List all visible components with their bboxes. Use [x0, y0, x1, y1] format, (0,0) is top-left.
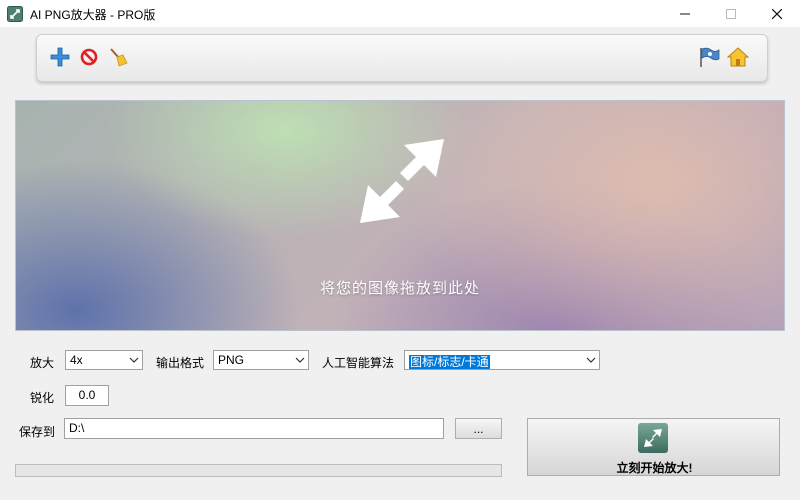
drop-hint-text: 将您的图像拖放到此处	[319, 280, 480, 297]
close-button[interactable]	[754, 0, 800, 27]
enlarge-arrow-icon	[360, 139, 444, 223]
browse-button[interactable]: ...	[455, 418, 502, 439]
clear-icon	[110, 48, 128, 67]
window-title: AI PNG放大器 - PRO版	[30, 8, 156, 22]
toolbar	[36, 34, 768, 82]
format-select[interactable]: PNG	[213, 350, 309, 370]
maximize-icon	[726, 8, 736, 19]
chevron-down-icon	[129, 357, 139, 363]
save-to-label: 保存到	[19, 425, 56, 439]
close-icon	[772, 8, 782, 19]
add-button[interactable]	[49, 46, 71, 68]
format-label: 输出格式	[156, 356, 205, 370]
format-value: PNG	[218, 353, 245, 367]
sharpen-input[interactable]: 0.0	[65, 385, 109, 406]
scale-label: 放大	[30, 356, 55, 370]
image-drop-zone[interactable]: 将您的图像拖放到此处	[15, 100, 785, 331]
algorithm-select[interactable]: 图标/标志/卡通	[404, 350, 600, 370]
scale-select[interactable]: 4x	[65, 350, 143, 370]
home-button[interactable]	[727, 46, 749, 68]
delete-button[interactable]	[78, 46, 100, 68]
add-icon	[50, 47, 70, 67]
flag-button[interactable]	[698, 46, 720, 68]
chevron-down-icon	[295, 357, 305, 363]
scale-value: 4x	[70, 353, 83, 367]
minimize-icon	[680, 13, 690, 14]
sharpen-label: 锐化	[30, 391, 55, 405]
algorithm-value-text: 图标/标志/卡通	[409, 355, 490, 369]
algorithm-label: 人工智能算法	[322, 356, 395, 370]
home-icon	[727, 47, 749, 67]
flag-icon	[700, 47, 720, 67]
chevron-down-icon	[586, 357, 596, 363]
clear-button[interactable]	[107, 46, 129, 68]
title-bar: AI PNG放大器 - PRO版	[0, 0, 800, 27]
save-path-input[interactable]: D:\	[64, 418, 444, 439]
app-icon	[7, 6, 23, 22]
enlarge-icon	[638, 423, 668, 453]
progress-bar	[15, 464, 502, 477]
algorithm-value: 图标/标志/卡通	[409, 353, 490, 370]
start-label: 立刻开始放大!	[616, 461, 693, 475]
maximize-button	[708, 0, 754, 27]
delete-icon	[80, 48, 98, 66]
minimize-button[interactable]	[662, 0, 708, 27]
start-enlarge-button[interactable]: 立刻开始放大!	[527, 418, 780, 476]
